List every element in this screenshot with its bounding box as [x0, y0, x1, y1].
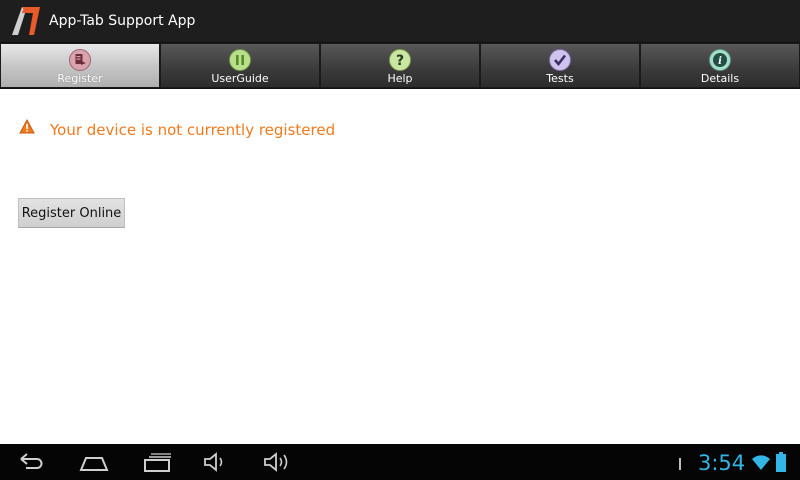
tab-help[interactable]: ? Help — [320, 43, 480, 88]
tab-label: UserGuide — [211, 72, 269, 85]
svg-text:i: i — [718, 56, 722, 67]
wifi-icon — [752, 455, 770, 470]
tab-bar: Register UserGuide ? Help Tests i Detail… — [0, 42, 800, 89]
home-icon[interactable] — [79, 450, 109, 474]
tab-label: Tests — [546, 72, 574, 85]
clock: 3:54 — [698, 451, 746, 475]
registration-status-message: Your device is not currently registered — [50, 121, 336, 139]
tab-label: Help — [387, 72, 413, 85]
back-icon[interactable] — [17, 450, 45, 474]
tab-register[interactable]: Register — [0, 43, 160, 88]
check-icon — [549, 49, 571, 71]
tab-label: Register — [57, 72, 103, 85]
app-logo-icon — [12, 7, 40, 35]
tab-tests[interactable]: Tests — [480, 43, 640, 88]
svg-text:?: ? — [396, 53, 404, 69]
register-icon — [69, 49, 91, 71]
recent-apps-icon[interactable] — [143, 450, 173, 474]
pause-icon — [229, 49, 251, 71]
app-title: App-Tab Support App — [49, 13, 196, 29]
volume-up-icon[interactable] — [263, 450, 293, 474]
register-online-button[interactable]: Register Online — [18, 198, 125, 228]
tab-label: Details — [700, 72, 740, 85]
warning-icon — [19, 119, 35, 134]
help-icon: ? — [389, 49, 411, 71]
volume-down-icon[interactable] — [203, 450, 229, 474]
battery-icon — [776, 452, 786, 472]
info-icon: i — [709, 49, 731, 71]
title-bar: App-Tab Support App — [0, 0, 800, 42]
system-bar — [0, 444, 800, 480]
tab-details[interactable]: i Details — [640, 43, 800, 88]
tab-userguide[interactable]: UserGuide — [160, 43, 320, 88]
notification-indicator — [679, 458, 681, 470]
